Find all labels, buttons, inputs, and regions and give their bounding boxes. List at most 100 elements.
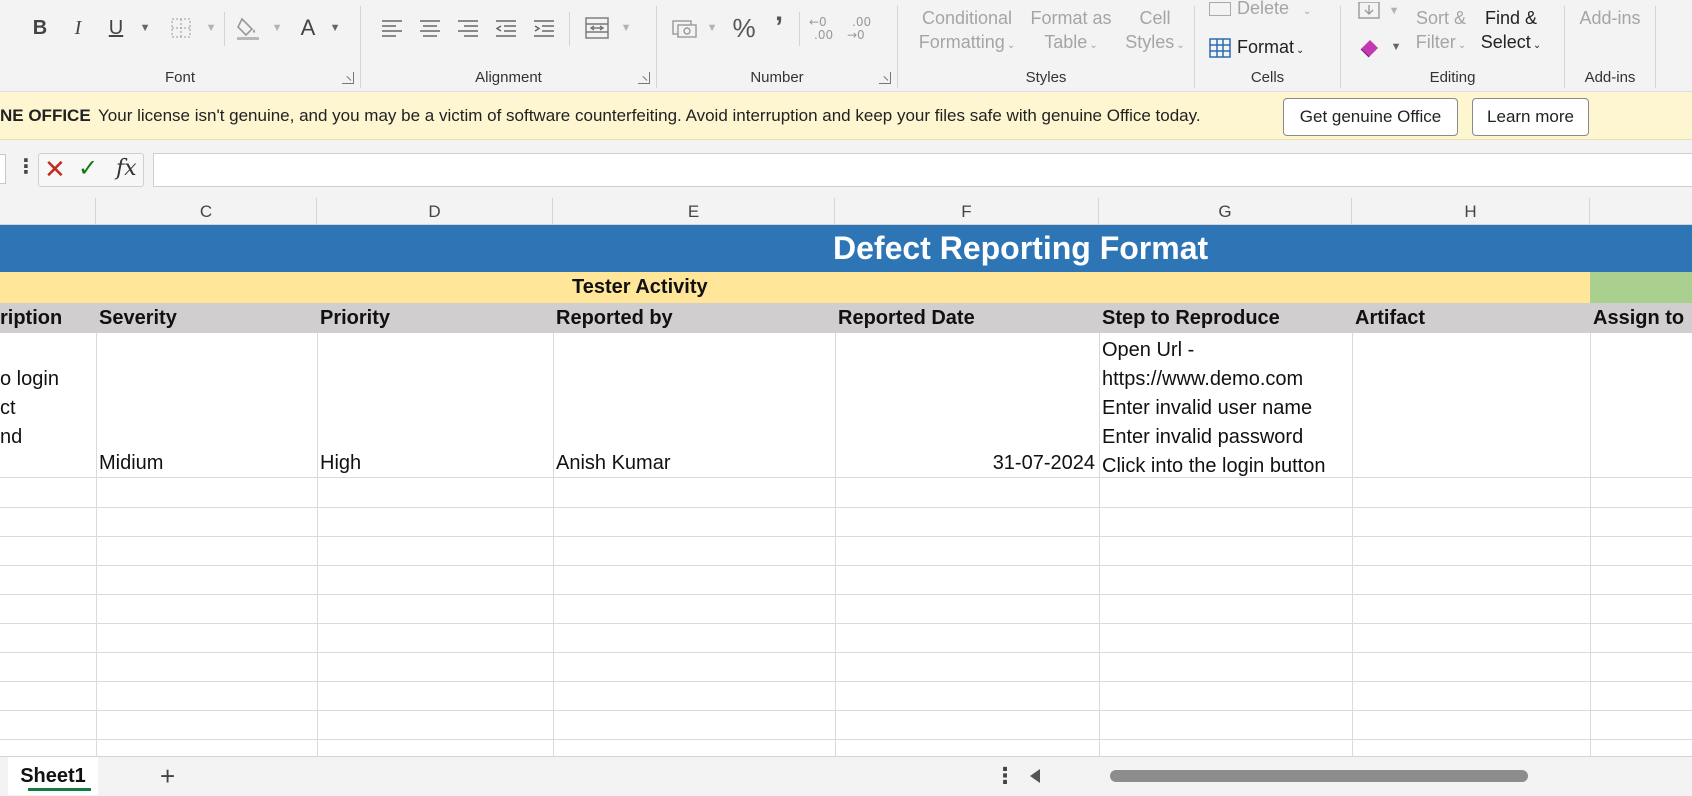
more-options-icon[interactable]: ⋮ — [16, 154, 36, 179]
fill-button[interactable] — [1357, 0, 1381, 22]
borders-button[interactable] — [168, 14, 194, 42]
fill-down-icon — [1358, 2, 1380, 19]
cell-priority[interactable]: High — [317, 333, 553, 478]
title-row[interactable]: Defect Reporting Format — [0, 225, 1692, 272]
license-warning-bar: NE OFFICE Your license isn't genuine, an… — [0, 92, 1692, 140]
name-box[interactable] — [0, 154, 6, 184]
font-color-button[interactable]: A — [296, 12, 320, 44]
conditional-formatting-button[interactable]: Conditional Formatting ⌄ — [912, 6, 1022, 58]
format-button[interactable]: Format ⌄ — [1209, 35, 1334, 63]
conditional-formatting-line2: Formatting — [918, 32, 1005, 52]
cell-artifact[interactable] — [1352, 333, 1590, 478]
cell-reported-date[interactable]: 31-07-2024 — [835, 333, 1099, 478]
font-dialog-launcher-icon[interactable] — [342, 72, 354, 84]
learn-more-button[interactable]: Learn more — [1472, 98, 1589, 136]
alignment-dialog-launcher-icon[interactable] — [638, 72, 650, 84]
chevron-down-icon: ▼ — [620, 22, 632, 34]
font-color-dropdown[interactable]: ▼ — [326, 14, 341, 42]
comma-style-button[interactable]: ’ — [769, 11, 789, 44]
percent-style-button[interactable]: % — [731, 12, 757, 44]
header-description[interactable]: ription — [0, 303, 62, 333]
gridline-horizontal — [0, 710, 1692, 711]
sheet-tab-sheet1[interactable]: Sheet1 — [8, 757, 98, 795]
clear-button[interactable] — [1357, 34, 1383, 60]
column-header-b-partial[interactable] — [0, 198, 96, 225]
header-reported-by[interactable]: Reported by — [553, 303, 673, 333]
increase-decimal-button[interactable]: ←0.00 — [807, 12, 837, 44]
cell-description[interactable]: o login ct nd — [0, 333, 95, 478]
cell-styles-button[interactable]: Cell Styles ⌄ — [1120, 6, 1190, 58]
accounting-format-button[interactable] — [671, 14, 699, 42]
bold-button[interactable]: B — [28, 14, 52, 42]
more-options-icon[interactable]: ⋮ — [994, 763, 1016, 789]
gridline-horizontal — [0, 594, 1692, 595]
chevron-down-icon: ▼ — [706, 22, 718, 34]
italic-button[interactable]: I — [66, 14, 90, 42]
gridline-vertical — [317, 333, 318, 756]
decrease-decimal-button[interactable]: .00 →0 — [845, 12, 875, 44]
chevron-down-icon: ⌄ — [1303, 6, 1312, 17]
column-header-h[interactable]: H — [1352, 198, 1590, 225]
header-artifact[interactable]: Artifact — [1352, 303, 1425, 333]
format-as-table-button[interactable]: Format as Table ⌄ — [1026, 6, 1116, 58]
merge-center-button[interactable] — [583, 14, 611, 42]
accounting-icon — [672, 20, 697, 38]
align-center-button[interactable] — [417, 14, 443, 42]
accounting-dropdown[interactable]: ▼ — [703, 14, 718, 42]
column-header-f[interactable]: F — [835, 198, 1099, 225]
merge-dropdown[interactable]: ▼ — [617, 14, 632, 42]
header-priority[interactable]: Priority — [317, 303, 390, 333]
cell-assign-to[interactable] — [1590, 333, 1692, 478]
enter-check-icon[interactable]: ✓ — [78, 154, 98, 184]
decrease-indent-button[interactable] — [493, 14, 519, 42]
fill-dropdown[interactable]: ▼ — [1385, 0, 1400, 22]
fill-bucket-icon — [237, 17, 259, 40]
scroll-left-arrow-icon[interactable] — [1030, 769, 1040, 783]
align-center-icon — [420, 20, 440, 37]
find-select-button[interactable]: Find & Select ⌄ — [1476, 6, 1546, 58]
format-as-table-line2: Table — [1044, 32, 1088, 52]
horizontal-scrollbar-thumb[interactable] — [1110, 770, 1528, 782]
header-steps[interactable]: Step to Reproduce — [1099, 303, 1280, 333]
section-row[interactable]: Tester Activity — [0, 272, 1692, 303]
underline-dropdown[interactable]: ▼ — [136, 14, 151, 42]
column-header-d[interactable]: D — [317, 198, 553, 225]
chevron-down-icon: ▼ — [271, 22, 283, 34]
svg-text:.00: .00 — [814, 28, 833, 42]
align-right-button[interactable] — [455, 14, 481, 42]
find-select-line1: Find & — [1484, 8, 1538, 28]
header-reported-date[interactable]: Reported Date — [835, 303, 975, 333]
svg-text:←0: ←0 — [809, 15, 827, 29]
insert-function-icon[interactable]: fx — [116, 154, 137, 184]
align-left-icon — [382, 20, 402, 37]
add-sheet-button[interactable]: + — [160, 761, 175, 792]
header-assign-to[interactable]: Assign to — [1590, 303, 1684, 333]
addins-group-label: Add-ins — [1584, 69, 1636, 86]
column-header-e[interactable]: E — [553, 198, 835, 225]
align-left-button[interactable] — [379, 14, 405, 42]
delete-button[interactable]: Delete ⌄ — [1209, 0, 1329, 24]
formula-input[interactable] — [153, 153, 1692, 187]
column-header-c[interactable]: C — [96, 198, 317, 225]
formula-bar: ⋮ ✕ ✓ fx — [0, 140, 1692, 198]
fill-color-button[interactable] — [234, 12, 262, 44]
column-header-g[interactable]: G — [1099, 198, 1352, 225]
header-severity[interactable]: Severity — [96, 303, 177, 333]
clear-dropdown[interactable]: ▼ — [1387, 36, 1402, 58]
column-header-i-partial[interactable] — [1590, 198, 1692, 225]
underline-button[interactable]: U — [104, 14, 128, 42]
developer-activity-band — [1590, 272, 1692, 303]
cell-steps[interactable]: Open Url - https://www.demo.com Enter in… — [1099, 333, 1352, 478]
fill-color-dropdown[interactable]: ▼ — [268, 14, 283, 42]
cell-reported-by[interactable]: Anish Kumar — [553, 333, 835, 478]
delete-label: Delete — [1237, 0, 1290, 18]
get-genuine-office-button[interactable]: Get genuine Office — [1283, 98, 1458, 136]
addins-button[interactable]: Add-ins — [1573, 6, 1647, 30]
borders-dropdown[interactable]: ▼ — [202, 14, 217, 42]
cell-severity[interactable]: Midium — [96, 333, 317, 478]
sort-filter-button[interactable]: Sort & Filter ⌄ — [1411, 6, 1471, 58]
chevron-down-icon: ▼ — [1390, 41, 1402, 53]
number-dialog-launcher-icon[interactable] — [879, 72, 891, 84]
increase-indent-button[interactable] — [531, 14, 557, 42]
cancel-icon[interactable]: ✕ — [44, 154, 66, 184]
